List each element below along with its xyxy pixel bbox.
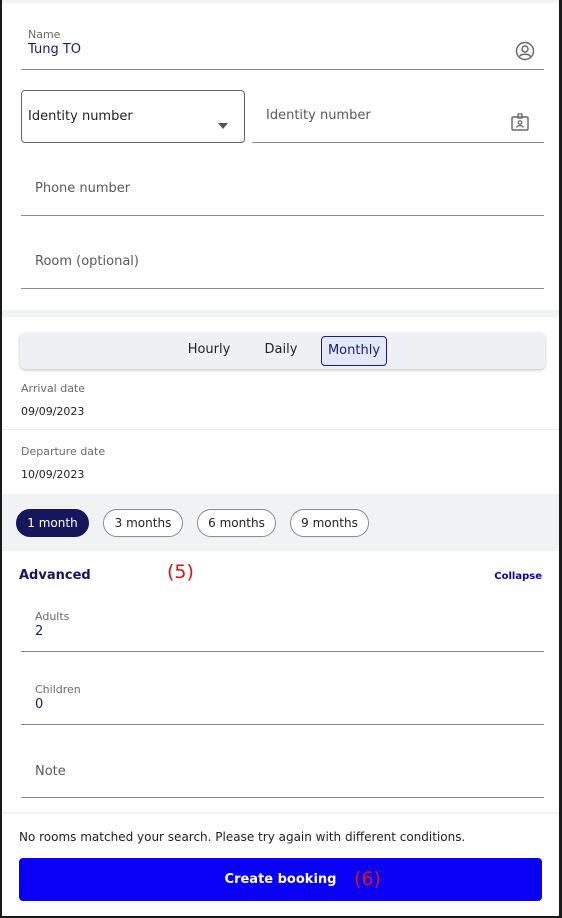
note-field[interactable]: Note bbox=[21, 745, 544, 798]
departure-date-value: 10/09/2023 bbox=[21, 468, 85, 481]
footer-divider bbox=[2, 812, 559, 814]
children-field[interactable]: Children 0 bbox=[21, 680, 544, 725]
name-label: Name bbox=[28, 28, 61, 41]
identity-number-placeholder: Identity number bbox=[266, 108, 371, 123]
room-placeholder: Room (optional) bbox=[35, 254, 139, 269]
tab-daily[interactable]: Daily bbox=[252, 336, 310, 366]
tab-monthly[interactable]: Monthly bbox=[321, 336, 387, 366]
duration-chips: 1 month 3 months 6 months 9 months bbox=[2, 494, 559, 551]
departure-date-field[interactable]: Departure date 10/09/2023 bbox=[2, 437, 559, 493]
no-rooms-message: No rooms matched your search. Please try… bbox=[19, 830, 466, 844]
section-divider bbox=[2, 310, 559, 317]
tab-hourly[interactable]: Hourly bbox=[178, 336, 240, 366]
user-circle-icon bbox=[515, 41, 535, 65]
id-card-icon bbox=[510, 112, 530, 136]
rate-type-tabs: Hourly Daily Monthly bbox=[20, 333, 545, 369]
arrival-date-label: Arrival date bbox=[21, 382, 86, 395]
identity-type-value: Identity number bbox=[28, 109, 133, 124]
annotation-6: (6) bbox=[354, 868, 381, 890]
top-divider bbox=[2, 0, 559, 3]
create-booking-label: Create booking bbox=[224, 872, 337, 887]
advanced-title: Advanced bbox=[19, 568, 91, 583]
arrival-date-field[interactable]: Arrival date 09/09/2023 bbox=[2, 374, 559, 430]
phone-placeholder: Phone number bbox=[35, 181, 131, 196]
identity-type-select[interactable]: Identity number bbox=[21, 90, 245, 143]
phone-field[interactable]: Phone number bbox=[21, 163, 544, 216]
chip-3-months[interactable]: 3 months bbox=[103, 509, 183, 537]
name-value: Tung TO bbox=[28, 42, 82, 57]
adults-label: Adults bbox=[35, 610, 70, 623]
note-placeholder: Note bbox=[35, 764, 66, 779]
create-booking-button[interactable]: Create booking bbox=[19, 858, 542, 901]
children-value: 0 bbox=[35, 697, 44, 712]
room-field[interactable]: Room (optional) bbox=[21, 236, 544, 289]
chip-1-month[interactable]: 1 month bbox=[16, 509, 89, 537]
identity-number-field[interactable]: Identity number bbox=[252, 90, 544, 143]
adults-field[interactable]: Adults 2 bbox=[21, 607, 544, 652]
collapse-link[interactable]: Collapse bbox=[494, 571, 542, 582]
chip-6-months[interactable]: 6 months bbox=[197, 509, 276, 537]
booking-form: Name Tung TO Identity number Identity nu… bbox=[2, 0, 559, 916]
chevron-down-icon bbox=[218, 114, 228, 133]
chip-9-months[interactable]: 9 months bbox=[290, 509, 369, 537]
departure-date-label: Departure date bbox=[21, 445, 106, 458]
adults-value: 2 bbox=[35, 624, 44, 639]
name-field[interactable]: Name Tung TO bbox=[21, 25, 544, 70]
arrival-date-value: 09/09/2023 bbox=[21, 405, 85, 418]
annotation-5: (5) bbox=[167, 561, 194, 583]
children-label: Children bbox=[35, 683, 81, 696]
